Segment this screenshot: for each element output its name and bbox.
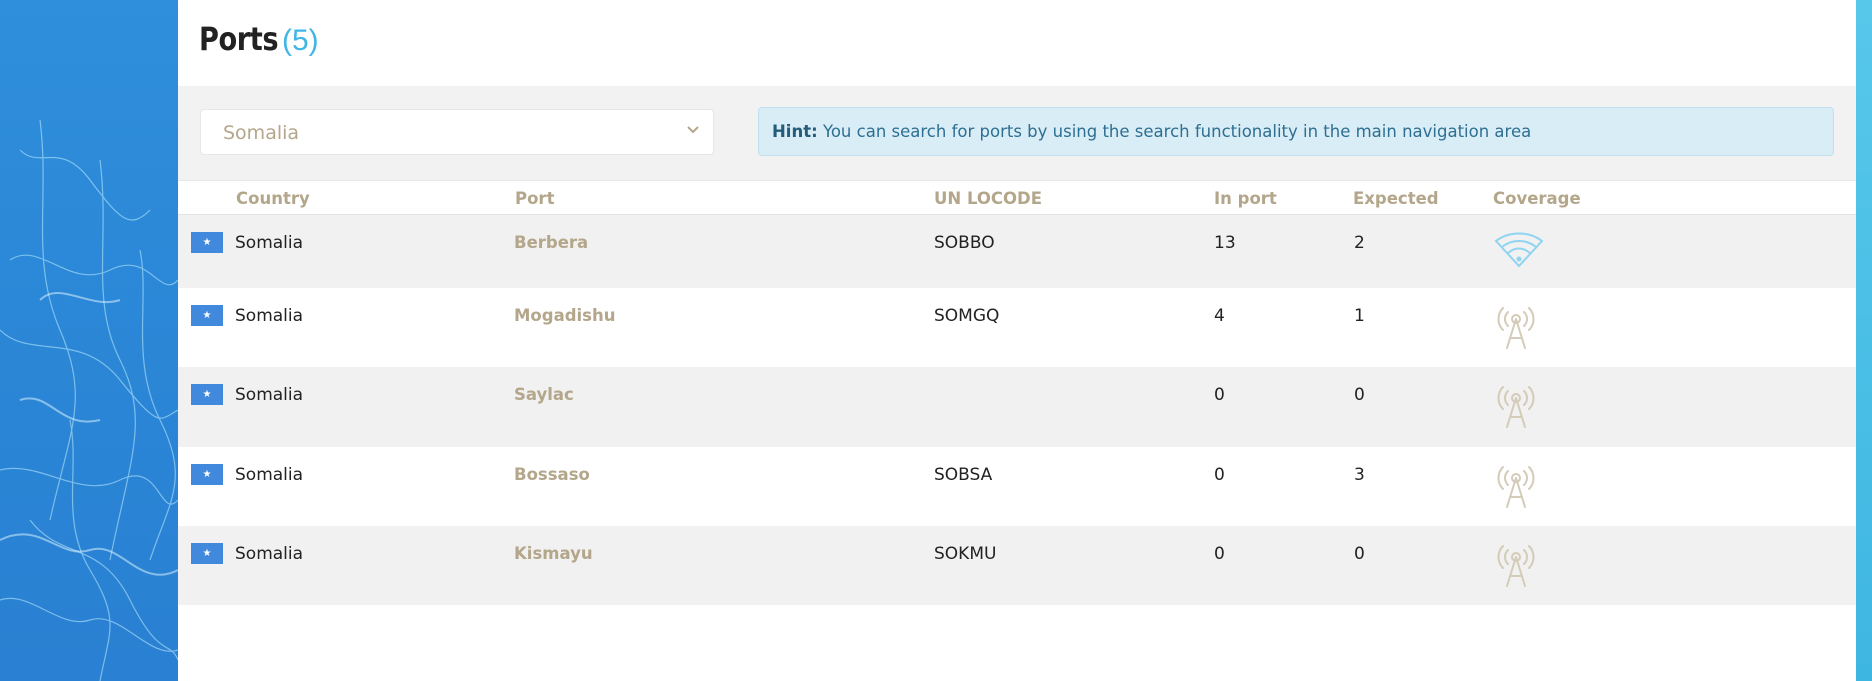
somalia-flag-icon: ★ <box>191 232 223 253</box>
table-row[interactable]: ★ Somalia Saylac 0 0 <box>178 367 1856 447</box>
cell-country: Somalia <box>235 233 304 253</box>
cell-unlocode: SOMGQ <box>934 306 1000 326</box>
cell-in-port: 0 <box>1214 544 1225 564</box>
table-row[interactable]: ★ Somalia Berbera SOBBO 13 2 <box>178 215 1856 288</box>
cell-in-port: 0 <box>1214 385 1225 405</box>
cell-country: Somalia <box>235 385 304 405</box>
header-port[interactable]: Port <box>515 189 554 208</box>
country-select[interactable]: Somalia <box>200 109 714 155</box>
table-row[interactable]: ★ Somalia Mogadishu SOMGQ 4 1 <box>178 288 1856 367</box>
header-country[interactable]: Country <box>236 189 310 208</box>
table-header: Country Port UN LOCODE In port Expected … <box>178 180 1856 215</box>
ports-table: Country Port UN LOCODE In port Expected … <box>178 180 1856 605</box>
cell-in-port: 0 <box>1214 465 1225 485</box>
title-bar: Ports (5) <box>178 0 1856 86</box>
country-select-value: Somalia <box>223 122 300 144</box>
port-link[interactable]: Berbera <box>514 233 588 252</box>
antenna-tower-icon <box>1497 466 1535 508</box>
cell-in-port: 4 <box>1214 306 1225 326</box>
header-in-port[interactable]: In port <box>1214 189 1277 208</box>
cell-unlocode: SOKMU <box>934 544 997 564</box>
main-panel: Ports (5) Somalia Hint: You can search f… <box>178 0 1856 681</box>
cell-unlocode: SOBBO <box>934 233 995 253</box>
port-count: (5) <box>282 24 319 57</box>
somalia-flag-icon: ★ <box>191 543 223 564</box>
header-coverage[interactable]: Coverage <box>1493 189 1581 208</box>
somalia-flag-icon: ★ <box>191 384 223 405</box>
hint-text: Hint: You can search for ports by using … <box>772 122 1531 141</box>
wifi-icon <box>1495 232 1543 268</box>
cell-country: Somalia <box>235 544 304 564</box>
header-unlocode[interactable]: UN LOCODE <box>934 189 1042 208</box>
background-left-panel <box>0 0 178 681</box>
port-link[interactable]: Saylac <box>514 385 574 404</box>
filter-bar: Somalia Hint: You can search for ports b… <box>178 86 1856 180</box>
antenna-tower-icon <box>1497 545 1535 587</box>
cell-in-port: 13 <box>1214 233 1236 253</box>
cell-expected: 3 <box>1354 465 1365 485</box>
cell-country: Somalia <box>235 465 304 485</box>
cell-expected: 0 <box>1354 544 1365 564</box>
hint-box: Hint: You can search for ports by using … <box>758 107 1834 156</box>
page-title: Ports <box>199 20 279 58</box>
hint-message: You can search for ports by using the se… <box>817 122 1532 141</box>
cell-expected: 0 <box>1354 385 1365 405</box>
decorative-network-graphic <box>0 119 178 681</box>
chevron-down-icon <box>687 126 699 134</box>
hint-label: Hint: <box>772 122 818 141</box>
cell-expected: 1 <box>1354 306 1365 326</box>
cell-unlocode: SOBSA <box>934 465 993 485</box>
antenna-tower-icon <box>1497 386 1535 428</box>
somalia-flag-icon: ★ <box>191 305 223 326</box>
table-row[interactable]: ★ Somalia Bossaso SOBSA 0 3 <box>178 447 1856 526</box>
port-link[interactable]: Kismayu <box>514 544 593 563</box>
header-expected[interactable]: Expected <box>1353 189 1439 208</box>
table-row[interactable]: ★ Somalia Kismayu SOKMU 0 0 <box>178 526 1856 605</box>
background-right-strip <box>1856 0 1872 681</box>
cell-country: Somalia <box>235 306 304 326</box>
cell-expected: 2 <box>1354 233 1365 253</box>
somalia-flag-icon: ★ <box>191 464 223 485</box>
port-link[interactable]: Bossaso <box>514 465 590 484</box>
port-link[interactable]: Mogadishu <box>514 306 615 325</box>
antenna-tower-icon <box>1497 307 1535 349</box>
